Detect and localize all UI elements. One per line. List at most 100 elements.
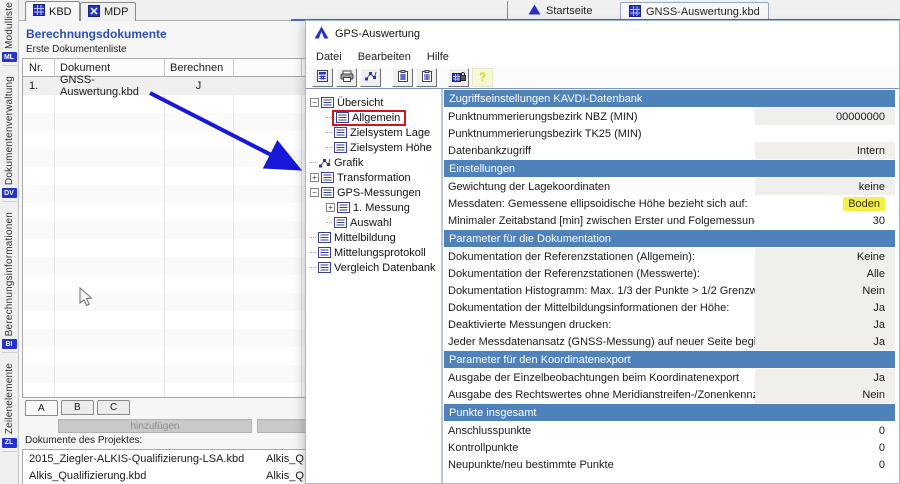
column-header-nr[interactable]: Nr. bbox=[23, 62, 54, 74]
tree-expander-minus[interactable]: − bbox=[310, 98, 319, 107]
tree-item-transformation[interactable]: +Transformation bbox=[306, 170, 441, 185]
setting-label: Dokumentation der Mittelbildungsinformat… bbox=[443, 302, 755, 314]
list-tab-c[interactable]: C bbox=[97, 400, 130, 415]
tree-item-grafik[interactable]: Grafik bbox=[306, 155, 441, 170]
column-divider bbox=[164, 59, 165, 77]
setting-value[interactable]: Intern bbox=[755, 142, 895, 159]
sidebar-tab-badge-icon: BI bbox=[2, 339, 17, 349]
tree-item-mittelungsprotokoll[interactable]: Mittelungsprotokoll bbox=[306, 245, 441, 260]
column-divider bbox=[233, 77, 234, 397]
setting-value[interactable]: Ja bbox=[755, 299, 895, 316]
setting-value[interactable]: Nein bbox=[755, 386, 895, 403]
list-tab-a[interactable]: A bbox=[25, 400, 58, 416]
toolbar-graph-button[interactable] bbox=[360, 68, 381, 87]
doc-icon bbox=[334, 217, 347, 228]
toolbar-print-button[interactable] bbox=[336, 68, 357, 87]
setting-value[interactable]: Nein bbox=[755, 282, 895, 299]
setting-row: Ausgabe der Einzelbeobachtungen beim Koo… bbox=[443, 369, 895, 386]
setting-row: Punktnummerierungsbezirk TK25 (MIN) bbox=[443, 125, 895, 142]
setting-label: Dokumentation Histogramm: Max. 1/3 der P… bbox=[443, 285, 755, 297]
column-header-berechnen[interactable]: Berechnen bbox=[164, 62, 233, 74]
tree-item-zielsystem-höhe[interactable]: Zielsystem Höhe bbox=[306, 140, 441, 155]
toolbar-help-button[interactable]: ? bbox=[472, 68, 493, 87]
tree-item-gps-messungen[interactable]: − GPS-Messungen bbox=[306, 185, 441, 200]
toolbar-calculate-button[interactable] bbox=[312, 68, 333, 87]
column-divider bbox=[164, 77, 165, 397]
sidebar-tab-bi[interactable]: BerechnungsinformationenBI bbox=[2, 212, 17, 353]
database-lock-icon bbox=[452, 70, 466, 85]
tree-item-label: Auswahl bbox=[350, 217, 392, 229]
sidebar-tab-label: Dokumentenverwaltung bbox=[4, 76, 15, 185]
setting-value[interactable]: 0 bbox=[755, 422, 895, 439]
tree-item-label: Allgemein bbox=[352, 112, 400, 124]
project-doc-ref: Alkis_Q bbox=[266, 470, 304, 482]
tree-item-übersicht[interactable]: − Übersicht bbox=[306, 95, 441, 110]
setting-value[interactable]: keine bbox=[755, 178, 895, 195]
setting-label: Neupunkte/neu bestimmte Punkte bbox=[443, 459, 755, 471]
grid-icon bbox=[629, 5, 641, 20]
add-document-button[interactable]: hinzufügen bbox=[58, 419, 252, 433]
setting-value[interactable]: 00000000 bbox=[755, 108, 895, 125]
module-sidebar: ModullisteML DokumentenverwaltungDV Berech… bbox=[0, 0, 19, 484]
column-header-dokument[interactable]: Dokument bbox=[54, 62, 164, 74]
menu-hilfe[interactable]: Hilfe bbox=[419, 51, 457, 63]
setting-label: Minimaler Zeitabstand [min] zwischen Ers… bbox=[443, 215, 755, 227]
tab-kbd[interactable]: KBD bbox=[25, 1, 80, 21]
menu-datei[interactable]: Datei bbox=[308, 51, 350, 63]
tree-item-label: Übersicht bbox=[337, 97, 383, 109]
export-icon bbox=[420, 70, 433, 85]
setting-row: Anschlusspunkte0 bbox=[443, 422, 895, 439]
tree-expander-plus[interactable]: + bbox=[326, 203, 335, 212]
list-tab-b[interactable]: B bbox=[61, 400, 94, 415]
setting-value[interactable]: Ja bbox=[755, 316, 895, 333]
setting-value[interactable]: Alle bbox=[755, 265, 895, 282]
tree-item-label: GPS-Messungen bbox=[337, 187, 421, 199]
project-docs-label: Dokumente des Projektes: bbox=[25, 435, 142, 446]
setting-row: Gewichtung der Lagekoordinatenkeine bbox=[443, 178, 895, 195]
setting-value[interactable]: 30 bbox=[755, 212, 895, 229]
section-header: Einstellungen bbox=[444, 160, 895, 177]
setting-value[interactable]: Boden bbox=[755, 195, 895, 212]
tree-connector bbox=[326, 147, 332, 148]
setting-label: Messdaten: Gemessene ellipsoidische Höhe… bbox=[443, 198, 755, 210]
doc-icon bbox=[334, 127, 347, 138]
tab-label: MDP bbox=[104, 6, 128, 18]
doc-icon bbox=[321, 187, 334, 198]
setting-value[interactable]: 0 bbox=[755, 456, 895, 473]
sidebar-tab-dv[interactable]: DokumentenverwaltungDV bbox=[2, 76, 17, 202]
menu-bearbeiten[interactable]: Bearbeiten bbox=[350, 51, 419, 63]
tree-expander-plus[interactable]: + bbox=[310, 173, 319, 182]
section-header: Zugriffseinstellungen KAVDI-Datenbank bbox=[444, 90, 895, 107]
tree-item-auswahl[interactable]: Auswahl bbox=[306, 215, 441, 230]
tree-item-allgemein[interactable]: Allgemein bbox=[306, 110, 441, 125]
setting-value[interactable]: 0 bbox=[755, 439, 895, 456]
setting-label: Datenbankzugriff bbox=[443, 145, 755, 157]
kavdi-app-icon bbox=[314, 26, 329, 42]
setting-label: Jeder Messdatenansatz (GNSS-Messung) auf… bbox=[443, 336, 755, 348]
setting-row: Jeder Messdatenansatz (GNSS-Messung) auf… bbox=[443, 333, 895, 350]
dialog-title: GPS-Auswertung bbox=[335, 28, 420, 40]
tree-item-1-messung[interactable]: +1. Messung bbox=[306, 200, 441, 215]
tree-item-mittelbildung[interactable]: Mittelbildung bbox=[306, 230, 441, 245]
setting-value[interactable]: Keine bbox=[755, 248, 895, 265]
setting-value[interactable] bbox=[755, 125, 895, 142]
doc-icon bbox=[336, 112, 349, 123]
setting-label: Ausgabe der Einzelbeobachtungen beim Koo… bbox=[443, 372, 755, 384]
tree-item-vergleich-datenbank[interactable]: Vergleich Datenbank bbox=[306, 260, 441, 275]
tree-item-label: Zielsystem Lage bbox=[350, 127, 430, 139]
cell-dokument: GNSS-Auswertung.kbd bbox=[54, 74, 164, 98]
setting-value[interactable]: Ja bbox=[755, 333, 895, 350]
toolbar-export-button[interactable] bbox=[416, 68, 437, 87]
sidebar-tab-ml[interactable]: ModullisteML bbox=[2, 2, 17, 66]
project-doc-ref: Alkis_Q bbox=[266, 453, 304, 465]
column-divider bbox=[301, 59, 302, 77]
tab-mdp[interactable]: MDP bbox=[80, 2, 136, 21]
pane-splitter bbox=[507, 1, 508, 20]
toolbar-import-button[interactable] bbox=[392, 68, 413, 87]
view-tab-startseite[interactable]: Startseite bbox=[520, 2, 600, 20]
tree-item-zielsystem-lage[interactable]: Zielsystem Lage bbox=[306, 125, 441, 140]
setting-value[interactable]: Ja bbox=[755, 369, 895, 386]
tree-expander-minus[interactable]: − bbox=[310, 188, 319, 197]
sidebar-tab-zl[interactable]: ZeilenelementeZL bbox=[2, 363, 17, 451]
toolbar-database-lock-button[interactable] bbox=[448, 68, 469, 87]
